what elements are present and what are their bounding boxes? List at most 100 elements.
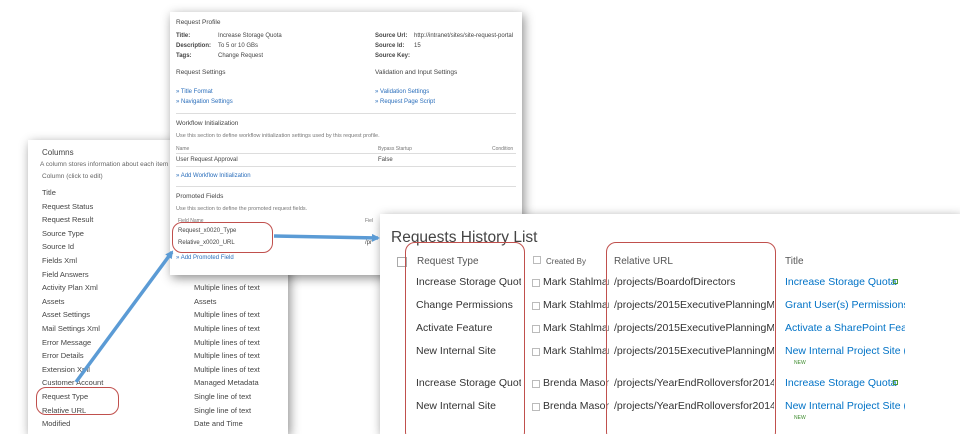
column-row[interactable]: Assets Assets <box>42 297 282 309</box>
column-row[interactable]: Customer Account Managed Metadata <box>42 378 282 390</box>
row-checkbox[interactable] <box>532 302 540 310</box>
wf-row-bypass: False <box>378 157 393 163</box>
pf-col-field: Field Name <box>178 218 204 224</box>
request-page-script-label: Request Page Script <box>380 99 436 105</box>
add-promoted-field-link[interactable]: » Add Promoted Field <box>176 255 234 261</box>
column-name[interactable]: Fields Xml <box>42 256 77 265</box>
column-row[interactable]: Request Type Single line of text <box>42 392 282 404</box>
request-type-cell: New Internal Site <box>416 345 496 357</box>
request-type-cell: Activate Feature <box>416 322 493 334</box>
created-by-cell[interactable]: Mark Stahlman <box>543 276 609 288</box>
promoted-field-request-type[interactable]: Request_x0020_Type <box>178 228 236 234</box>
column-type: Multiple lines of text <box>194 283 260 293</box>
source-url-value: http://intranet/sites/site-request-porta… <box>414 33 514 39</box>
column-name[interactable]: Relative URL <box>42 406 86 415</box>
new-badge: NEW <box>794 415 806 421</box>
column-name[interactable]: Request Type <box>42 392 88 401</box>
pf-col-field2: Fiel <box>365 218 374 224</box>
created-by-header-checkbox[interactable] <box>533 256 541 264</box>
add-workflow-link[interactable]: » Add Workflow Initialization <box>176 173 251 179</box>
col-created-by[interactable]: Created By <box>546 257 586 266</box>
promoted-fields-heading: Promoted Fields <box>176 193 224 200</box>
request-type-cell: Increase Storage Quota <box>416 276 521 288</box>
divider <box>176 113 516 114</box>
column-row[interactable]: Modified Date and Time <box>42 419 282 431</box>
select-all-checkbox[interactable] <box>397 257 407 267</box>
column-type: Single line of text <box>194 392 252 401</box>
wf-col-name: Name <box>176 146 190 152</box>
column-name[interactable]: Title <box>42 188 56 197</box>
col-title[interactable]: Title <box>785 256 804 267</box>
created-by-cell[interactable]: Mark Stahlman <box>543 299 609 311</box>
column-row[interactable]: Error Message Multiple lines of text <box>42 338 282 350</box>
tags-label: Tags: <box>176 53 192 59</box>
title-link[interactable]: Activate a SharePoint Featu <box>785 322 905 334</box>
add-promoted-field-label: Add Promoted Field <box>180 255 234 261</box>
promoted-note: Use this section to define the promoted … <box>176 206 308 212</box>
columns-header[interactable]: Column (click to edit) <box>42 173 103 180</box>
column-name[interactable]: Request Result <box>42 215 93 224</box>
title-link[interactable]: New Internal Project Site (Y <box>785 400 905 412</box>
column-name[interactable]: Source Id <box>42 242 74 251</box>
columns-title: Columns <box>42 148 74 157</box>
column-name[interactable]: Asset Settings <box>42 310 90 319</box>
column-name[interactable]: Source Type <box>42 229 84 238</box>
relative-url-cell: /projects/2015ExecutivePlanningMtg <box>614 345 774 357</box>
navigation-settings-label: Navigation Settings <box>181 99 233 105</box>
column-name[interactable]: Error Details <box>42 351 84 360</box>
column-name[interactable]: Error Message <box>42 338 91 347</box>
column-row[interactable]: Mail Settings Xml Multiple lines of text <box>42 324 282 336</box>
request-settings-heading: Request Settings <box>176 69 226 76</box>
col-request-type[interactable]: Request Type <box>417 256 479 267</box>
validation-settings-link[interactable]: » Validation Settings <box>375 89 429 95</box>
row-checkbox[interactable] <box>532 348 540 356</box>
title-link[interactable]: Grant User(s) Permissions <box>785 299 905 311</box>
source-id-value: 15 <box>414 43 421 49</box>
created-by-cell[interactable]: Mark Stahlman <box>543 322 609 334</box>
column-row[interactable]: Extension Xml Multiple lines of text <box>42 365 282 377</box>
column-name[interactable]: Modified <box>42 419 70 428</box>
col-relative-url[interactable]: Relative URL <box>614 256 673 267</box>
row-checkbox[interactable] <box>532 403 540 411</box>
validation-settings-heading: Validation and Input Settings <box>375 69 458 76</box>
column-type: Multiple lines of text <box>194 310 260 320</box>
promoted-field-relative-url[interactable]: Relative_x0020_URL <box>178 240 235 246</box>
column-name[interactable]: Assets <box>42 297 65 306</box>
divider <box>176 186 516 187</box>
created-by-cell[interactable]: Mark Stahlman <box>543 345 609 357</box>
row-checkbox[interactable] <box>532 279 540 287</box>
request-type-cell: New Internal Site <box>416 400 496 412</box>
column-type: Multiple lines of text <box>194 351 260 361</box>
title-label: Title: <box>176 33 191 39</box>
row-checkbox[interactable] <box>532 325 540 333</box>
workflow-heading: Workflow Initialization <box>176 120 239 127</box>
created-by-cell[interactable]: Brenda Mason <box>543 377 609 389</box>
row-checkbox[interactable] <box>532 380 540 388</box>
column-row[interactable]: Activity Plan Xml Multiple lines of text <box>42 283 282 295</box>
title-link[interactable]: New Internal Project Site (2 <box>785 345 905 357</box>
column-type: Multiple lines of text <box>194 364 260 374</box>
title-link[interactable]: Increase Storage Quota <box>785 377 905 389</box>
title-link[interactable]: Increase Storage Quota <box>785 276 905 288</box>
wf-col-condition: Condition <box>492 146 514 152</box>
title-format-link[interactable]: » Title Format <box>176 89 213 95</box>
column-row[interactable]: Asset Settings Multiple lines of text <box>42 310 282 322</box>
column-name[interactable]: Activity Plan Xml <box>42 283 98 292</box>
column-name[interactable]: Customer Account <box>42 378 103 387</box>
request-page-script-link[interactable]: » Request Page Script <box>375 99 435 105</box>
add-workflow-label: Add Workflow Initialization <box>180 173 251 179</box>
navigation-settings-link[interactable]: » Navigation Settings <box>176 99 233 105</box>
wf-row-name[interactable]: User Request Approval <box>176 157 238 163</box>
column-name[interactable]: Mail Settings Xml <box>42 324 100 333</box>
column-name[interactable]: Request Status <box>42 202 93 211</box>
column-name[interactable]: Extension Xml <box>42 365 90 374</box>
relative-url-cell: /projects/BoardofDirectors <box>614 276 736 288</box>
column-name[interactable]: Field Answers <box>42 270 89 279</box>
request-type-cell: Change Permissions <box>416 299 513 311</box>
created-by-cell[interactable]: Brenda Mason <box>543 400 609 412</box>
column-row[interactable]: Relative URL Single line of text <box>42 406 282 418</box>
column-type: Multiple lines of text <box>194 337 260 347</box>
relative-url-cell: /projects/YearEndRolloversfor2014 <box>614 377 774 389</box>
column-row[interactable]: Error Details Multiple lines of text <box>42 351 282 363</box>
divider <box>176 166 516 167</box>
